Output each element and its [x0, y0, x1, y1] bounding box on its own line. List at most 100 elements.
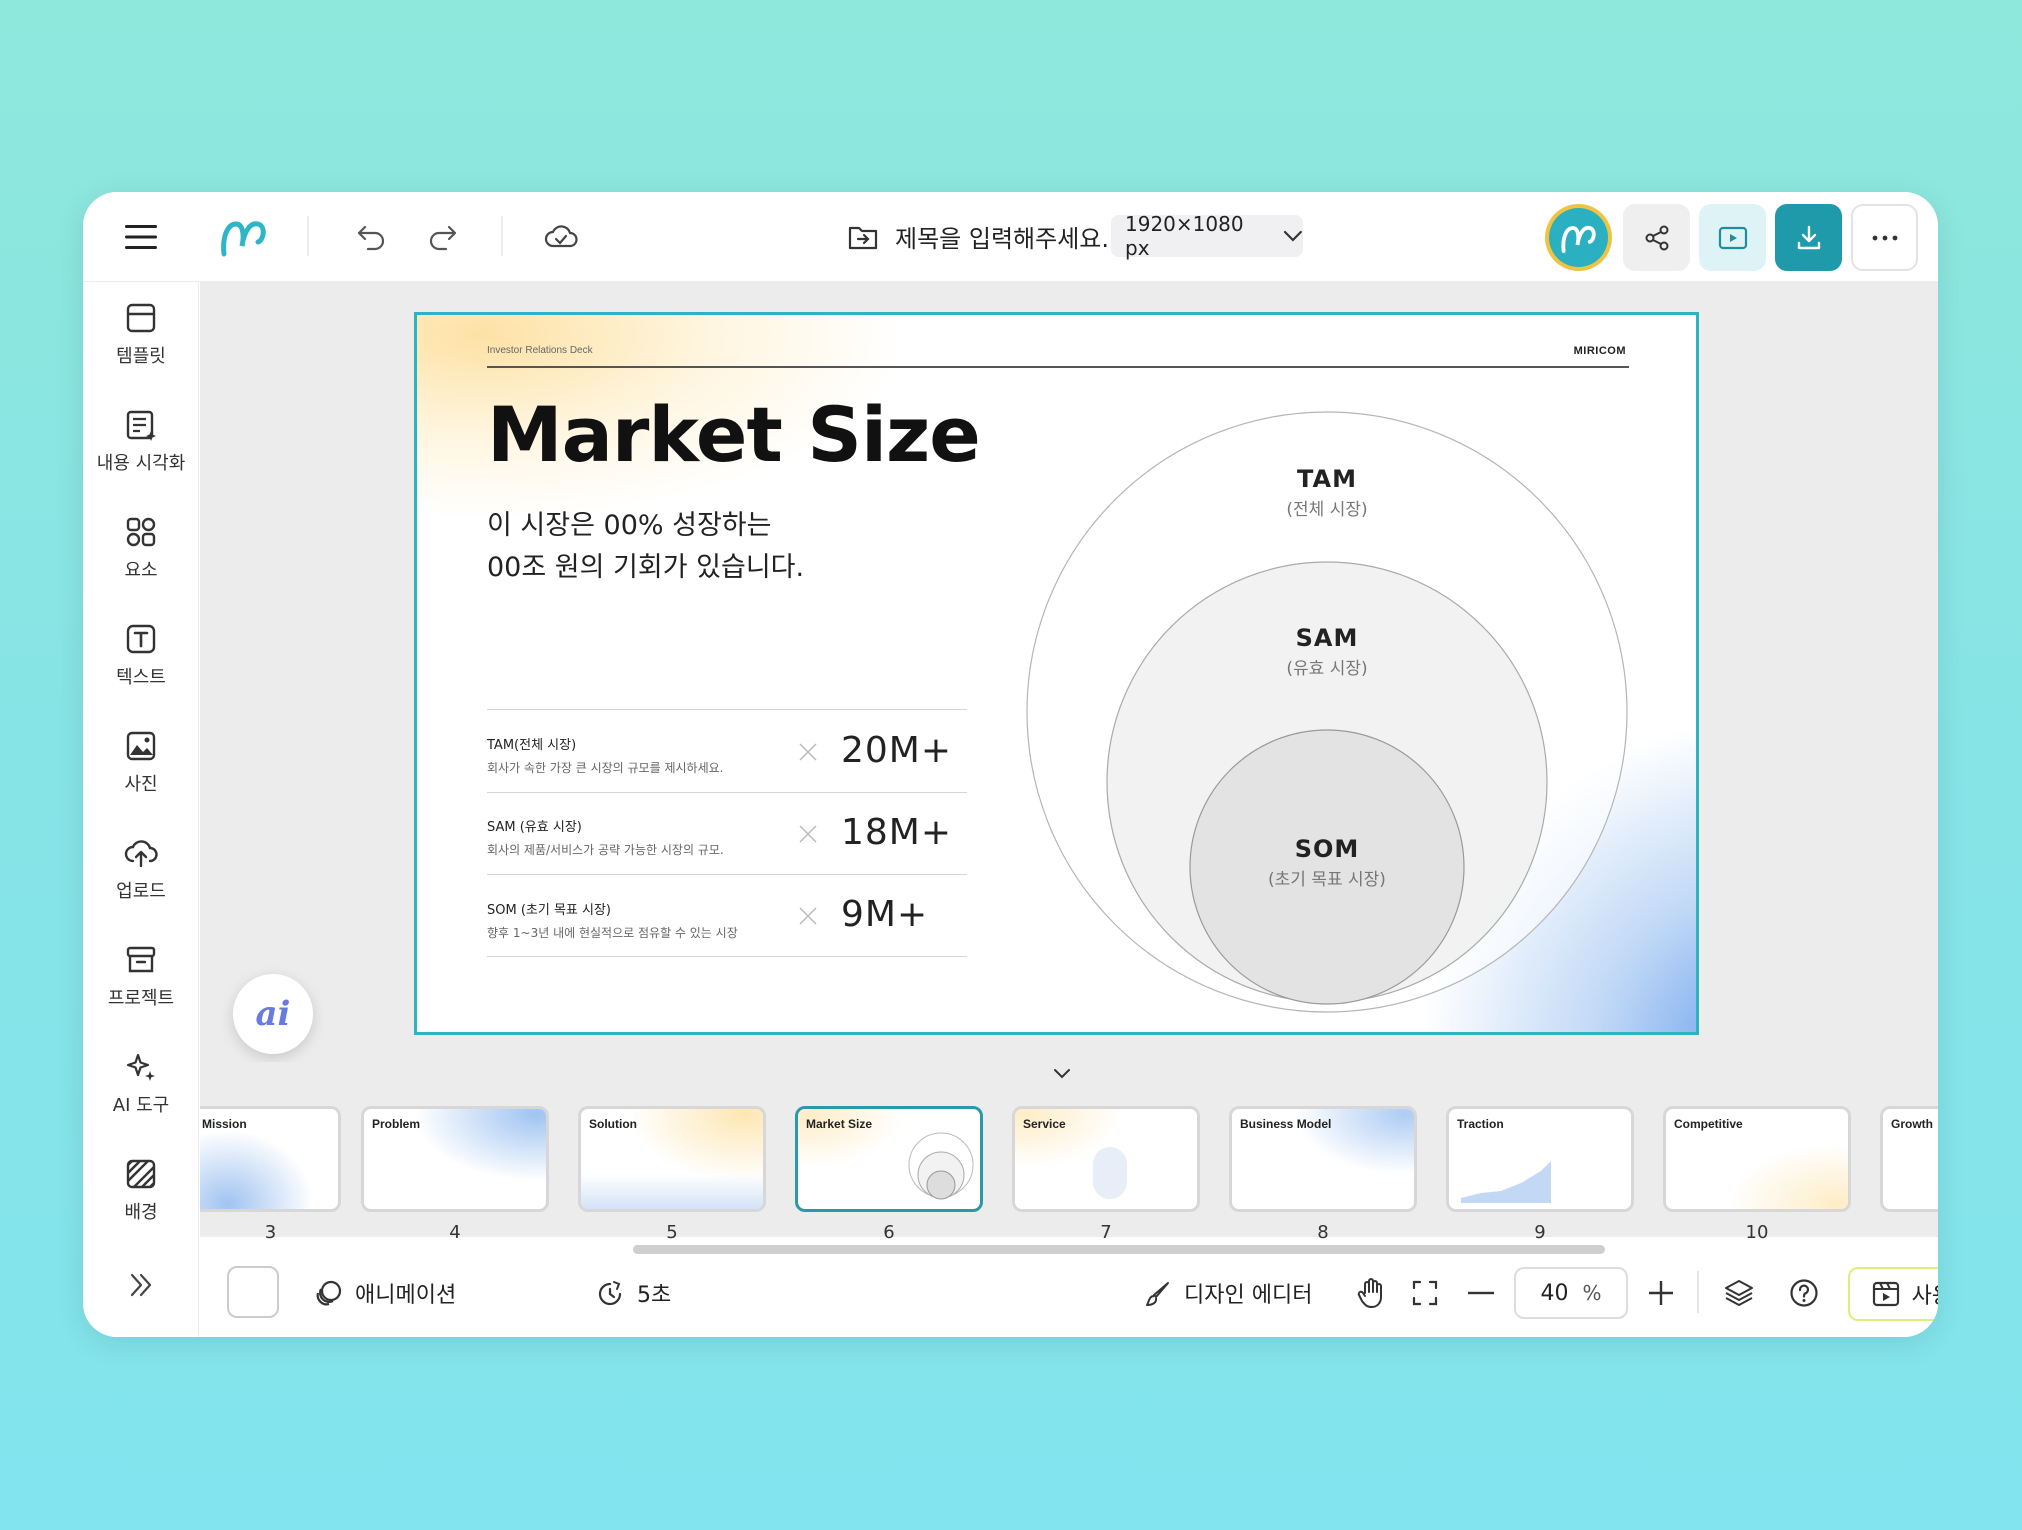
guide-video-icon	[1872, 1281, 1899, 1307]
zoom-in-icon[interactable]	[1648, 1280, 1674, 1306]
slide-thumbnail[interactable]: Competitive	[1663, 1106, 1851, 1212]
sidebar-item-background[interactable]: 배경	[83, 1158, 199, 1224]
cloud-saved-icon[interactable]	[541, 217, 581, 257]
upload-icon	[124, 840, 158, 868]
zoom-out-icon[interactable]	[1468, 1291, 1494, 1295]
sidebar-item-text[interactable]: 텍스트	[83, 623, 199, 689]
top-toolbar: 제목을 입력해주세요. 1920×1080 px	[83, 192, 1938, 282]
redo-icon[interactable]	[423, 217, 463, 257]
thumbnail-title: Service	[1023, 1117, 1066, 1131]
duration-label[interactable]: 5초	[637, 1277, 671, 1309]
thumbnail-number: 7	[1100, 1222, 1112, 1243]
circle-sub: (유효 시장)	[1286, 659, 1368, 679]
ai-assistant-button[interactable]: ai	[233, 974, 313, 1054]
how-to-use-label: 사용법	[1911, 1284, 1938, 1309]
how-to-use-button[interactable]: 사용법	[1848, 1267, 1938, 1321]
table-divider	[487, 956, 967, 957]
undo-icon[interactable]	[351, 217, 391, 257]
canvas-size-value: 1920×1080 px	[1125, 212, 1244, 260]
content-visualize-icon	[126, 410, 156, 441]
timer-icon[interactable]	[595, 1279, 625, 1309]
document-title[interactable]: 제목을 입력해주세요.	[895, 219, 1109, 254]
thumbnail-number: 4	[449, 1222, 461, 1243]
thumbnail-number: 5	[666, 1222, 678, 1243]
table-row: SAM (유효 시장) 회사의 제품/서비스가 공략 가능한 시장의 규모.	[487, 816, 724, 858]
animation-label[interactable]: 애니메이션	[355, 1277, 456, 1309]
sidebar-item-photo[interactable]: 사진	[83, 730, 199, 796]
slide-thumbnail[interactable]: Problem	[361, 1106, 549, 1212]
sidebar-item-project[interactable]: 프로젝트	[83, 944, 199, 1010]
slide-thumbnail[interactable]: Growth	[1880, 1106, 1938, 1212]
background-icon	[126, 1159, 156, 1189]
layers-icon[interactable]	[1724, 1278, 1754, 1308]
slide-canvas[interactable]: Investor Relations Deck MIRICOM Market S…	[414, 312, 1699, 1035]
toolbar-divider	[307, 216, 309, 256]
sidebar-item-elements[interactable]: 요소	[83, 516, 199, 582]
sidebar-item-label: AI 도구	[112, 1095, 170, 1116]
sidebar-item-label: 업로드	[116, 881, 166, 902]
canvas-size-dropdown[interactable]: 1920×1080 px	[1111, 212, 1303, 260]
sidebar-item-ai-tools[interactable]: AI 도구	[83, 1051, 199, 1117]
photo-icon	[126, 731, 156, 761]
ai-logo-text: ai	[255, 994, 291, 1034]
user-avatar[interactable]	[1545, 204, 1612, 271]
present-button[interactable]	[1699, 204, 1766, 271]
double-chevron-right-icon	[130, 1273, 152, 1297]
app-window: 제목을 입력해주세요. 1920×1080 px 템플릿 내용 시각화 요소 텍…	[83, 192, 1938, 1337]
help-icon[interactable]	[1789, 1278, 1819, 1308]
row-label: SOM (초기 목표 시장)	[487, 903, 612, 918]
subtitle-line: 이 시장은 00% 성장하는	[487, 510, 772, 541]
sidebar-item-label: 내용 시각화	[96, 453, 186, 474]
slide-thumbnail[interactable]: Business Model	[1229, 1106, 1417, 1212]
circle-sub: (초기 목표 시장)	[1268, 870, 1386, 890]
animation-icon[interactable]	[315, 1279, 343, 1307]
row-desc: 향후 1~3년 내에 현실적으로 점유할 수 있는 시장	[487, 926, 738, 940]
play-slideshow-icon	[1718, 226, 1747, 249]
collapse-filmstrip-button[interactable]	[1013, 1058, 1111, 1088]
thumbnail-title: Market Size	[806, 1117, 873, 1131]
row-value: 20M+	[841, 730, 953, 771]
zoom-level-input[interactable]: 40 %	[1514, 1267, 1628, 1319]
sidebar-item-upload[interactable]: 업로드	[83, 837, 199, 903]
thumbnail-title: Competitive	[1674, 1117, 1743, 1131]
toolbar-divider	[1697, 1271, 1699, 1313]
share-button[interactable]	[1623, 204, 1690, 271]
slide-thumbnail[interactable]: Traction	[1446, 1106, 1634, 1212]
zoom-value: 40	[1540, 1280, 1569, 1306]
slide-thumbnail[interactable]: Service	[1012, 1106, 1200, 1212]
download-icon	[1797, 225, 1820, 249]
header-rule	[487, 366, 1629, 368]
thumbnail-number: 6	[883, 1222, 895, 1243]
sidebar-item-content-visualize[interactable]: 내용 시각화	[83, 409, 199, 475]
thumbnail-number: 3	[264, 1222, 277, 1243]
background-color-swatch[interactable]	[227, 1266, 279, 1318]
menu-icon[interactable]	[121, 217, 161, 257]
table-divider	[487, 792, 967, 793]
design-editor-label[interactable]: 디자인 에디터	[1184, 1277, 1312, 1309]
download-button[interactable]	[1775, 204, 1842, 271]
expand-sidebar-button[interactable]	[83, 1272, 199, 1298]
row-value: 9M+	[841, 894, 929, 935]
hand-pan-icon[interactable]	[1356, 1277, 1386, 1309]
slide-thumbnail[interactable]: Mission	[200, 1106, 341, 1212]
template-icon	[126, 303, 156, 333]
slide-header-right: MIRICOM	[1573, 345, 1626, 357]
tam-label-group: TAM (전체 시장)	[1227, 465, 1427, 520]
sidebar-item-template[interactable]: 템플릿	[83, 302, 199, 368]
chevron-down-icon	[1284, 230, 1303, 242]
slide-thumbnail[interactable]: Solution	[578, 1106, 766, 1212]
app-logo-icon[interactable]	[216, 214, 272, 260]
brush-icon[interactable]	[1144, 1280, 1172, 1308]
table-divider	[487, 874, 967, 875]
text-icon	[126, 624, 156, 654]
bottom-toolbar: 애니메이션 5초 디자인 에디터 40 % 사용법	[200, 1255, 1938, 1337]
fullscreen-icon[interactable]	[1411, 1279, 1439, 1307]
filmstrip-scrollbar[interactable]	[633, 1245, 1605, 1254]
more-options-button[interactable]	[1851, 204, 1918, 271]
sidebar-item-label: 프로젝트	[107, 988, 175, 1009]
folder-move-icon[interactable]	[845, 217, 881, 257]
row-label: TAM(전체 시장)	[487, 738, 577, 753]
thumbnail-title: Problem	[372, 1117, 421, 1131]
slide-thumbnail-active[interactable]: Market Size	[795, 1106, 983, 1212]
thumbnail-title: Solution	[589, 1117, 637, 1131]
